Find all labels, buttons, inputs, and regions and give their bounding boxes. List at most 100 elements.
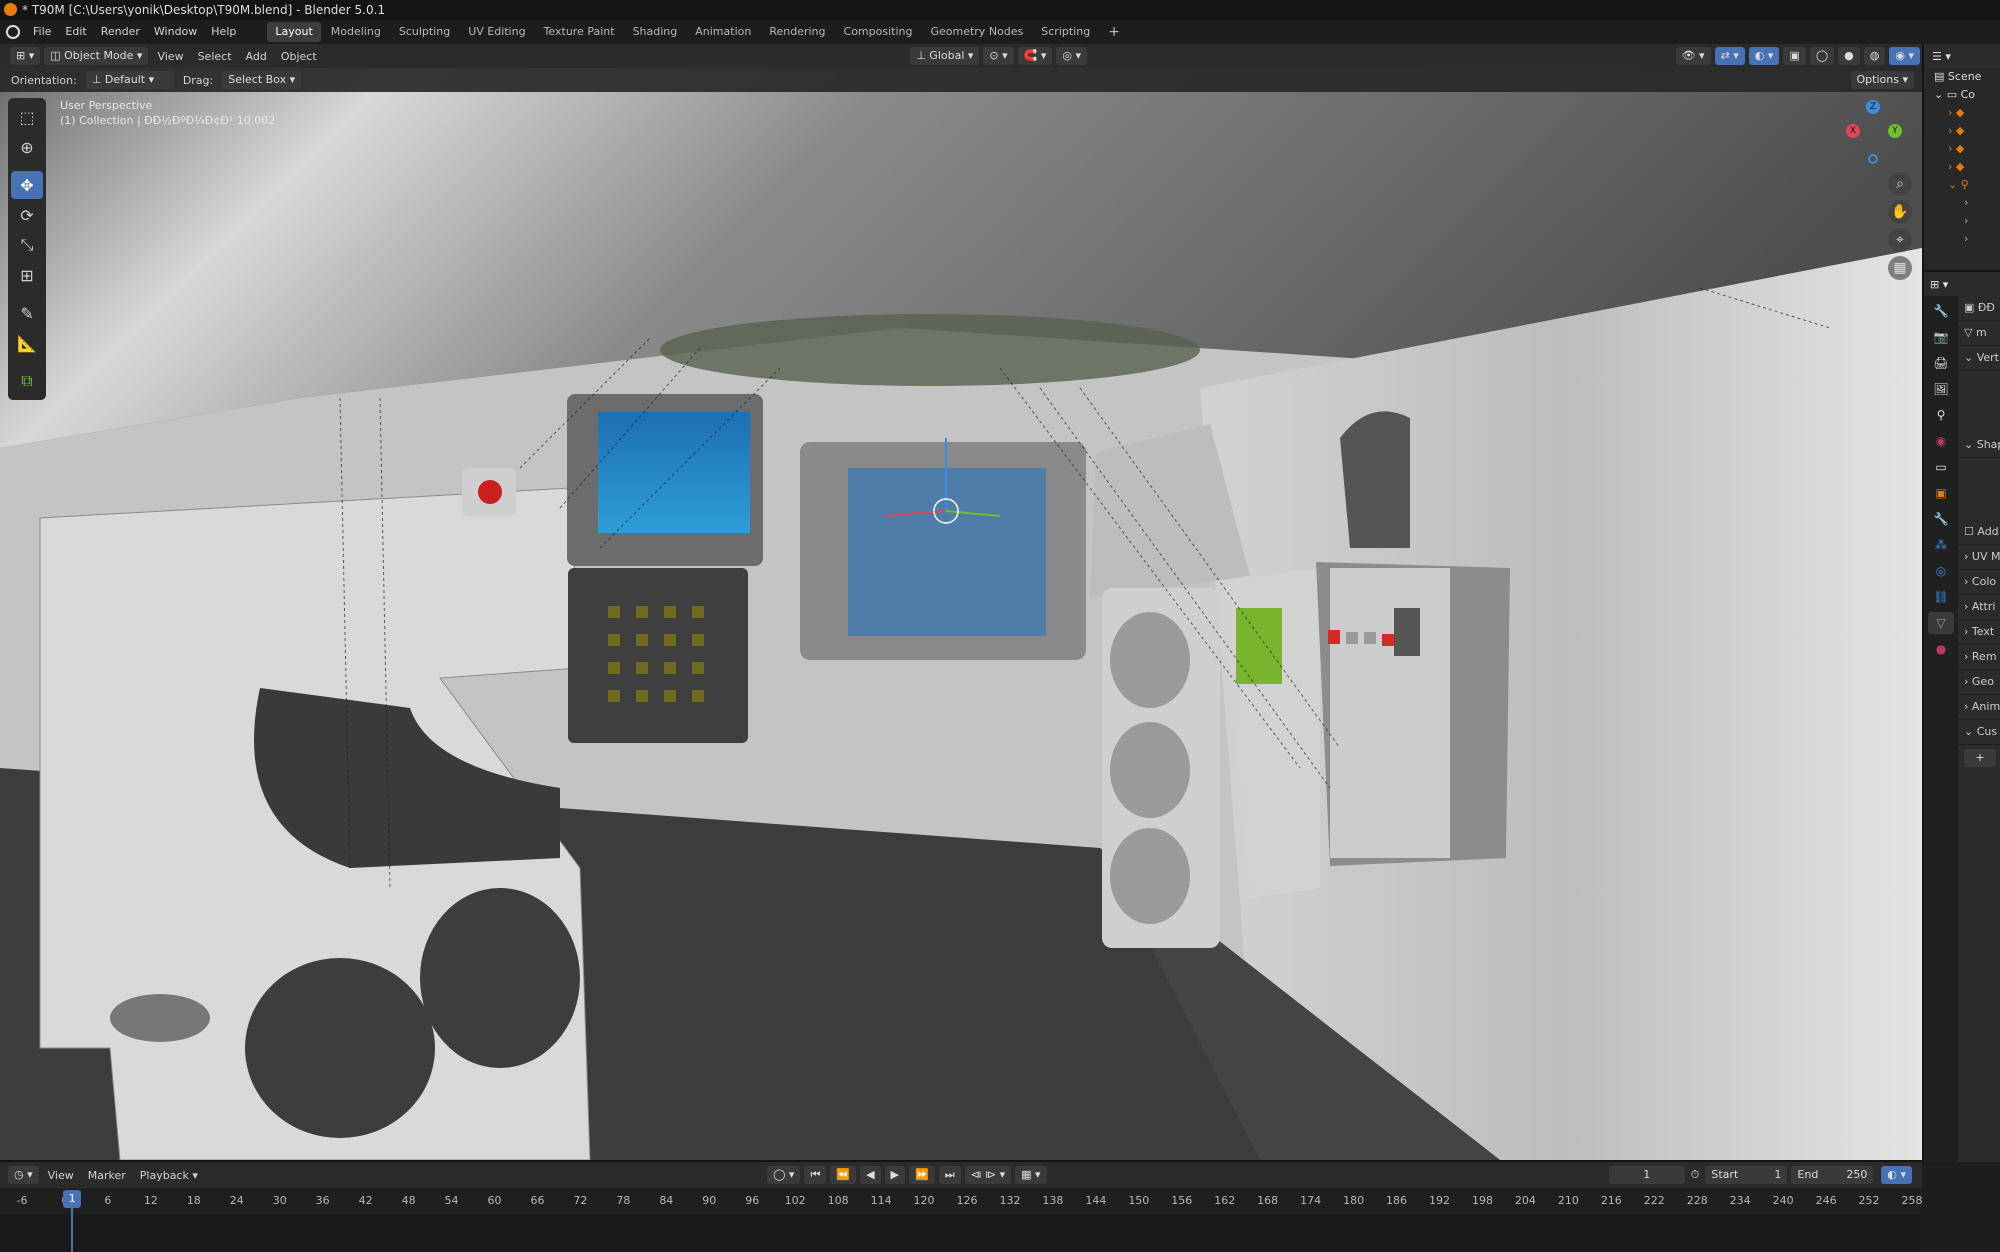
play-reverse-icon[interactable]: ◀: [860, 1166, 881, 1184]
move-icon[interactable]: ✥: [11, 171, 43, 199]
mesh-data-tab-icon[interactable]: ▽: [1928, 612, 1954, 634]
timeline-view-icon[interactable]: ◐ ▾: [1881, 1166, 1913, 1184]
object-name-field[interactable]: ▣ ÐÐ: [1958, 296, 2000, 321]
frame-ruler[interactable]: -606121824303642485460667278849096102108…: [0, 1188, 1923, 1214]
ortho-grid-icon[interactable]: ▦: [1888, 256, 1912, 280]
outliner-item[interactable]: › ◆: [1924, 140, 2000, 158]
panel-remesh[interactable]: › Rem: [1958, 645, 2000, 670]
start-frame-field[interactable]: Start 1: [1705, 1166, 1788, 1184]
visibility-icon[interactable]: 👁 ▾: [1675, 47, 1711, 65]
transform-icon[interactable]: ⊞: [11, 261, 43, 289]
mesh-data-field[interactable]: ▽ m: [1958, 321, 2000, 346]
3d-viewport[interactable]: User Perspective (1) Collection | ÐÐ½ÐºÐ…: [0, 68, 1922, 1160]
constraints-tab-icon[interactable]: ⛓: [1928, 586, 1954, 608]
add-workspace-button[interactable]: +: [1100, 22, 1128, 42]
add-cube-icon[interactable]: ⧉: [11, 367, 43, 395]
xray-icon[interactable]: ▣: [1783, 47, 1806, 65]
panel-geometry-data[interactable]: › Geo: [1958, 670, 2000, 695]
cursor-icon[interactable]: ⊕: [11, 133, 43, 161]
jump-next-keyframe-icon[interactable]: ⏩: [909, 1166, 935, 1184]
menu-file[interactable]: File: [26, 20, 58, 44]
jump-prev-keyframe-icon[interactable]: ⏪: [830, 1166, 857, 1184]
scale-icon[interactable]: ⤡: [11, 231, 43, 259]
jump-end-icon[interactable]: ⏭: [938, 1166, 961, 1184]
object-tab-icon[interactable]: ▣: [1928, 482, 1954, 504]
proportional-editing-icon[interactable]: ◎ ▾: [1056, 47, 1088, 65]
tab-geometry-nodes[interactable]: Geometry Nodes: [922, 22, 1031, 42]
select-box-icon[interactable]: ⬚: [11, 103, 43, 131]
material-shading-icon[interactable]: ◍: [1863, 47, 1886, 65]
panel-uv-maps[interactable]: › UV M: [1958, 545, 2000, 570]
menu-add[interactable]: Add: [239, 50, 274, 63]
tab-texture-paint[interactable]: Texture Paint: [536, 22, 623, 42]
rendered-shading-icon[interactable]: ◉ ▾: [1889, 47, 1920, 65]
tab-scripting[interactable]: Scripting: [1033, 22, 1098, 42]
panel-color-attributes[interactable]: › Colo: [1958, 570, 2000, 595]
tool-tab-icon[interactable]: 🔧: [1928, 300, 1954, 322]
orientation-dropdown[interactable]: ⊥ Default ▾: [85, 71, 174, 89]
menu-edit[interactable]: Edit: [58, 20, 93, 44]
menu-select[interactable]: Select: [191, 50, 239, 63]
panel-texture-space[interactable]: › Text: [1958, 620, 2000, 645]
zoom-icon[interactable]: ⌕: [1888, 172, 1912, 196]
menu-help[interactable]: Help: [204, 20, 243, 44]
add-rest-checkbox[interactable]: ☐ Add: [1958, 520, 2000, 545]
timeline-menu-playback[interactable]: Playback ▾: [133, 1169, 205, 1182]
gizmo-z-axis[interactable]: Z: [1866, 100, 1880, 114]
drag-dropdown[interactable]: Select Box ▾: [222, 71, 302, 89]
menu-view[interactable]: View: [150, 50, 190, 63]
pivot-point-icon[interactable]: ⊙ ▾: [983, 47, 1014, 65]
gizmo-toggle-icon[interactable]: ⇄ ▾: [1714, 47, 1745, 65]
tab-compositing[interactable]: Compositing: [836, 22, 921, 42]
editor-type-icon[interactable]: ⊞ ▾: [10, 47, 41, 65]
wireframe-shading-icon[interactable]: ◯: [1809, 47, 1835, 65]
outliner-item[interactable]: › ◆: [1924, 122, 2000, 140]
options-dropdown[interactable]: Options ▾: [1850, 71, 1914, 89]
modifiers-tab-icon[interactable]: 🔧: [1928, 508, 1954, 530]
outliner-item[interactable]: › ◆: [1924, 104, 2000, 122]
outliner-scene-row[interactable]: ▤ Scene: [1924, 68, 2000, 86]
transform-orientation-dropdown[interactable]: ⊥ Global ▾: [910, 47, 980, 65]
gizmo-x-axis[interactable]: X: [1846, 124, 1860, 138]
current-frame-field[interactable]: 1: [1608, 1166, 1685, 1184]
blender-menu-icon[interactable]: [6, 25, 20, 39]
outliner-item[interactable]: ›: [1924, 194, 2000, 212]
panel-attributes[interactable]: › Attri: [1958, 595, 2000, 620]
outliner-item[interactable]: ›: [1924, 230, 2000, 248]
object-mode-dropdown[interactable]: ◫ Object Mode ▾: [44, 47, 149, 65]
timeline-track-area[interactable]: [0, 1214, 1922, 1252]
camera-view-icon[interactable]: ⌖: [1888, 228, 1912, 252]
rotate-icon[interactable]: ⟳: [11, 201, 43, 229]
play-icon[interactable]: ▶: [884, 1166, 906, 1184]
outliner-item[interactable]: ›: [1924, 212, 2000, 230]
outliner-editor-icon[interactable]: ☰ ▾: [1932, 50, 1951, 63]
tab-layout[interactable]: Layout: [267, 22, 321, 42]
playhead[interactable]: 1: [63, 1190, 82, 1252]
keyframe-nav-icon[interactable]: ⧏ ⧐ ▾: [964, 1166, 1012, 1184]
outliner-item[interactable]: ⌄ ⚲: [1924, 176, 2000, 194]
menu-window[interactable]: Window: [147, 20, 204, 44]
outliner-collection-row[interactable]: ⌄ ▭ Co: [1924, 86, 2000, 104]
stopwatch-icon[interactable]: ⏱: [1691, 1168, 1700, 1182]
solid-shading-icon[interactable]: ●: [1838, 47, 1860, 65]
menu-render[interactable]: Render: [94, 20, 147, 44]
view-layer-tab-icon[interactable]: 🖼: [1928, 378, 1954, 400]
panel-vertex-groups[interactable]: ⌄ Vert: [1958, 346, 2000, 371]
timeline-editor-icon[interactable]: ◷ ▾: [8, 1166, 39, 1184]
tab-rendering[interactable]: Rendering: [761, 22, 833, 42]
end-frame-field[interactable]: End 250: [1791, 1166, 1874, 1184]
collection-tab-icon[interactable]: ▭: [1928, 456, 1954, 478]
snap-icon[interactable]: 🧲 ▾: [1017, 47, 1053, 65]
scene-tab-icon[interactable]: ⚲: [1928, 404, 1954, 426]
render-tab-icon[interactable]: 📷: [1928, 326, 1954, 348]
add-property-button[interactable]: +: [1964, 749, 1996, 767]
panel-shape-keys[interactable]: ⌄ Shap: [1958, 433, 2000, 458]
world-tab-icon[interactable]: ◉: [1928, 430, 1954, 452]
gizmo-y-axis[interactable]: Y: [1888, 124, 1902, 138]
jump-start-icon[interactable]: ⏮: [804, 1166, 827, 1184]
outliner-item[interactable]: › ◆: [1924, 158, 2000, 176]
output-tab-icon[interactable]: 🖨: [1928, 352, 1954, 374]
auto-keying-icon[interactable]: ◯ ▾: [767, 1166, 801, 1184]
measure-icon[interactable]: 📐: [11, 329, 43, 357]
physics-tab-icon[interactable]: ◎: [1928, 560, 1954, 582]
